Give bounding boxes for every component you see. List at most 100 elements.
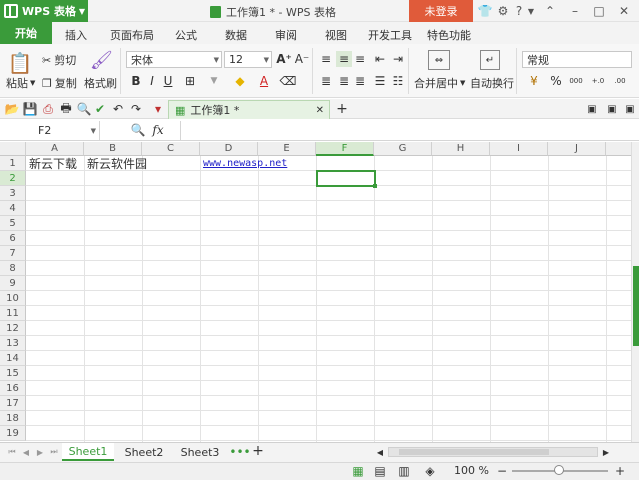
- reading-mode-icon[interactable]: ◈: [422, 463, 438, 479]
- normal-view-icon[interactable]: ▦: [350, 463, 366, 479]
- indent-increase-icon[interactable]: ⇥: [390, 51, 406, 67]
- chevron-down-icon[interactable]: ▼: [206, 73, 222, 89]
- row-header[interactable]: 12: [0, 321, 26, 336]
- font-color-icon[interactable]: A: [256, 73, 272, 89]
- row-header[interactable]: 9: [0, 276, 26, 291]
- open-folder-icon[interactable]: 📂: [4, 101, 20, 117]
- distribute-icon[interactable]: ☷: [390, 73, 406, 89]
- paste-button[interactable]: 粘贴 ▼: [6, 75, 35, 91]
- page-break-view-icon[interactable]: ▥: [396, 463, 412, 479]
- settings-icon[interactable]: ⚙: [496, 4, 510, 18]
- font-size-select[interactable]: 12 ▼: [224, 51, 272, 68]
- font-name-select[interactable]: 宋体 ▼: [126, 51, 222, 68]
- increase-font-icon[interactable]: A⁺: [276, 51, 292, 67]
- percent-button[interactable]: %: [548, 73, 564, 89]
- column-header[interactable]: H: [432, 142, 490, 156]
- row-header-selected[interactable]: 2: [0, 171, 26, 186]
- last-sheet-icon[interactable]: ⏭: [46, 444, 62, 460]
- scroll-left-icon[interactable]: ◀: [372, 444, 388, 460]
- row-header[interactable]: 7: [0, 246, 26, 261]
- vertical-scrollbar[interactable]: [631, 142, 639, 442]
- decrease-decimal-button[interactable]: .00: [610, 73, 630, 89]
- fx-button[interactable]: fx: [150, 122, 166, 138]
- column-header[interactable]: I: [490, 142, 548, 156]
- close-icon[interactable]: ✕: [617, 4, 631, 18]
- zoom-out-icon[interactable]: −: [494, 463, 510, 479]
- zoom-icon[interactable]: 🔍: [130, 122, 146, 138]
- align-top-icon[interactable]: ≡: [318, 51, 334, 67]
- active-cell-f2[interactable]: [316, 170, 376, 187]
- print-icon[interactable]: 🖶: [58, 101, 74, 117]
- print-preview-icon[interactable]: 🔍: [76, 101, 92, 117]
- close-icon[interactable]: ✕: [316, 105, 324, 116]
- document-tab[interactable]: ▦ 工作簿1 * ✕: [168, 100, 330, 119]
- collapse-ribbon-icon[interactable]: ⌃: [543, 4, 557, 18]
- spreadsheet-grid[interactable]: A B C D E F G H I J 1 2 3 4 5 6 7 8 9 10…: [0, 142, 631, 442]
- increase-decimal-button[interactable]: +.0: [588, 73, 608, 89]
- column-header[interactable]: A: [26, 142, 84, 156]
- column-header[interactable]: G: [374, 142, 432, 156]
- copy-button[interactable]: ❐ 复制: [42, 75, 77, 91]
- select-all-corner[interactable]: [0, 142, 26, 156]
- number-format-select[interactable]: 常规: [522, 51, 632, 68]
- zoom-slider-thumb[interactable]: [554, 465, 564, 475]
- column-header[interactable]: D: [200, 142, 258, 156]
- border-icon[interactable]: ⊞: [182, 73, 198, 89]
- row-header[interactable]: 3: [0, 186, 26, 201]
- formula-input[interactable]: [180, 121, 639, 140]
- maximize-icon[interactable]: □: [592, 4, 606, 18]
- undo-icon[interactable]: ↶: [110, 101, 126, 117]
- app-menu-button[interactable]: WPS 表格 ▼: [0, 0, 88, 22]
- cell-d1-link[interactable]: www.newasp.net: [203, 156, 287, 171]
- tab-page-layout[interactable]: 页面布局: [104, 25, 160, 44]
- scrollbar-thumb[interactable]: [399, 449, 549, 455]
- column-header[interactable]: [606, 142, 631, 156]
- column-header[interactable]: J: [548, 142, 606, 156]
- zoom-level[interactable]: 100 %: [454, 464, 489, 477]
- comma-button[interactable]: 000: [566, 73, 586, 89]
- brush-icon[interactable]: 🖌: [90, 50, 113, 71]
- align-middle-icon[interactable]: ≡: [336, 51, 352, 67]
- row-header[interactable]: 10: [0, 291, 26, 306]
- login-button[interactable]: 未登录: [409, 0, 473, 22]
- cell-a1[interactable]: 新云下载: [29, 156, 77, 171]
- wrap-text-button[interactable]: 自动换行: [470, 75, 514, 91]
- tab-home[interactable]: 开始: [0, 22, 52, 44]
- tab-special[interactable]: 特色功能: [422, 25, 476, 44]
- window-icon[interactable]: ▣: [604, 101, 620, 117]
- currency-icon[interactable]: ¥: [526, 73, 542, 89]
- indent-decrease-icon[interactable]: ⇤: [372, 51, 388, 67]
- column-header-selected[interactable]: F: [316, 142, 374, 156]
- row-header[interactable]: 4: [0, 201, 26, 216]
- spellcheck-icon[interactable]: ✔: [92, 101, 108, 117]
- column-header[interactable]: E: [258, 142, 316, 156]
- skin-icon[interactable]: 👕: [478, 4, 493, 18]
- justify-icon[interactable]: ☰: [372, 73, 388, 89]
- row-header[interactable]: 15: [0, 366, 26, 381]
- cut-button[interactable]: ✂ 剪切: [42, 52, 76, 68]
- clear-format-icon[interactable]: ⌫: [280, 73, 297, 89]
- tab-review[interactable]: 审阅: [266, 25, 306, 44]
- row-header[interactable]: 1: [0, 156, 26, 171]
- row-header[interactable]: 17: [0, 396, 26, 411]
- wrap-icon[interactable]: ↵: [480, 50, 500, 70]
- scrollbar-thumb[interactable]: [633, 266, 639, 346]
- window-icon[interactable]: ▣: [584, 101, 600, 117]
- format-painter-button[interactable]: 格式刷: [84, 75, 117, 91]
- sheet-tab-active[interactable]: Sheet1: [62, 443, 114, 461]
- cell-b1[interactable]: 新云软件园: [87, 156, 147, 171]
- row-header[interactable]: 11: [0, 306, 26, 321]
- sheet-tab[interactable]: Sheet2: [118, 443, 170, 461]
- italic-icon[interactable]: I: [144, 73, 160, 89]
- export-pdf-icon[interactable]: ⎙: [40, 101, 56, 117]
- zoom-slider[interactable]: [512, 465, 608, 475]
- underline-icon[interactable]: U: [160, 73, 176, 89]
- tab-insert[interactable]: 插入: [56, 25, 96, 44]
- row-header[interactable]: 6: [0, 231, 26, 246]
- clipboard-icon[interactable]: 📋: [6, 50, 34, 76]
- tab-developer[interactable]: 开发工具: [364, 25, 416, 44]
- row-header[interactable]: 18: [0, 411, 26, 426]
- save-icon[interactable]: 💾: [22, 101, 38, 117]
- align-left-icon[interactable]: ≣: [318, 73, 334, 89]
- horizontal-scrollbar[interactable]: [388, 447, 598, 457]
